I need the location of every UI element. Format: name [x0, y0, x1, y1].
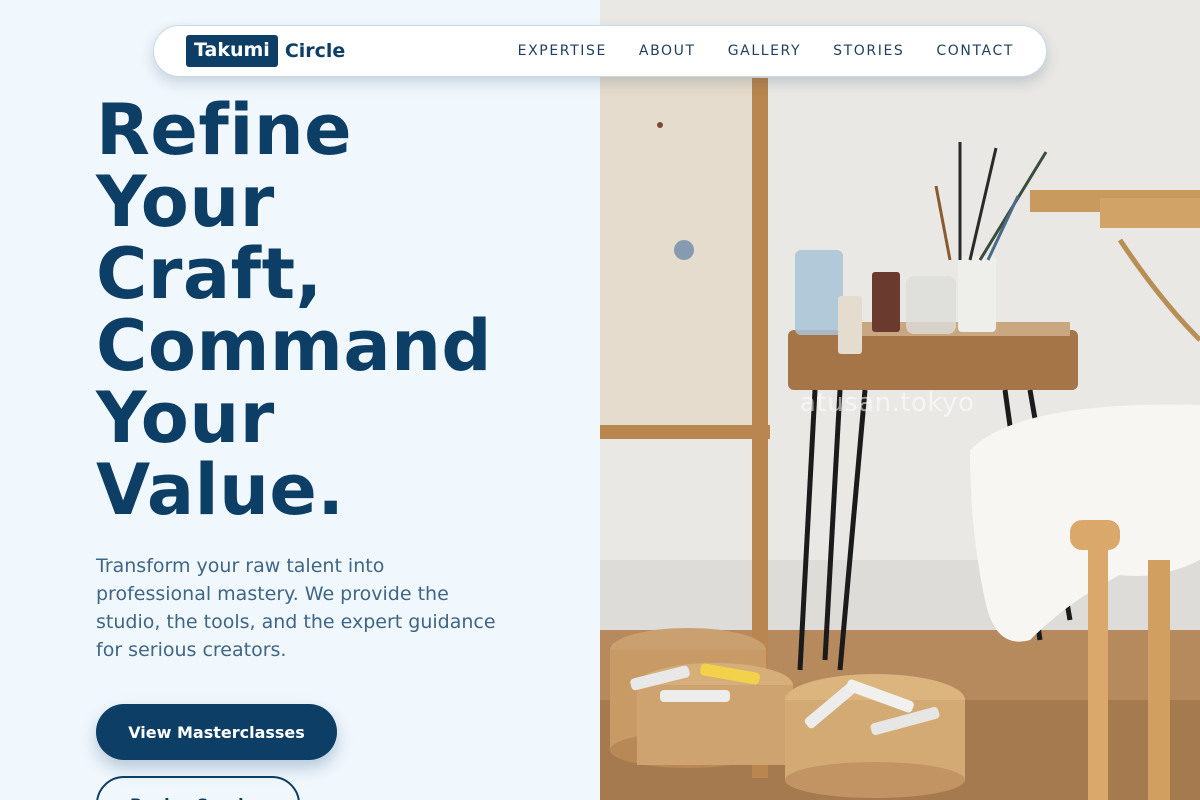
logo-wordmark: Circle: [284, 40, 346, 62]
nav-link-gallery[interactable]: GALLERY: [728, 43, 801, 59]
hero-description: Transform your raw talent into professio…: [96, 555, 496, 661]
headline-line: Value.: [96, 449, 345, 531]
hero-photo: atusan.tokyo: [600, 0, 1200, 800]
nav-links: EXPERTISE ABOUT GALLERY STORIES CONTACT: [518, 43, 1014, 59]
logo-mark: Takumi: [186, 35, 278, 67]
headline-line: Craft,: [96, 233, 323, 315]
headline-line: Your: [96, 377, 275, 459]
headline-line: Refine: [96, 89, 353, 171]
hero-headline: Refine Your Craft, Command Your Value.: [96, 94, 576, 526]
view-masterclasses-button[interactable]: View Masterclasses: [96, 704, 337, 760]
nav-link-stories[interactable]: STORIES: [833, 43, 904, 59]
photo-watermark: atusan.tokyo: [800, 388, 975, 418]
nav-link-contact[interactable]: CONTACT: [936, 43, 1014, 59]
nav-link-expertise[interactable]: EXPERTISE: [518, 43, 607, 59]
book-session-button[interactable]: Book a Session: [96, 776, 300, 800]
top-navigation: Takumi Circle EXPERTISE ABOUT GALLERY ST…: [153, 25, 1047, 77]
brand-logo[interactable]: Takumi Circle: [186, 35, 345, 67]
headline-line: Command: [96, 305, 493, 387]
headline-line: Your: [96, 161, 275, 243]
nav-link-about[interactable]: ABOUT: [639, 43, 696, 59]
